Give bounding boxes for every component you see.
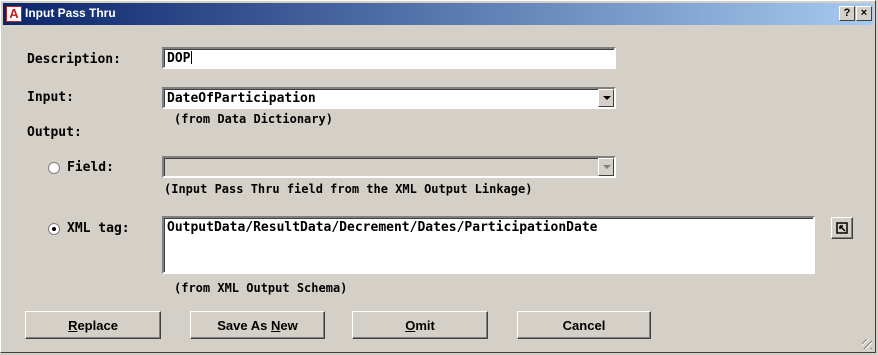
- output-label: Output:: [27, 125, 82, 140]
- input-dropdown[interactable]: DateOfParticipation: [162, 87, 616, 109]
- description-value: DOP: [167, 51, 191, 66]
- field-radio[interactable]: [48, 162, 60, 174]
- close-button[interactable]: ×: [856, 6, 872, 21]
- chevron-down-icon[interactable]: [598, 89, 614, 107]
- xml-tag-textarea[interactable]: OutputData/ResultData/Decrement/Dates/Pa…: [162, 216, 815, 274]
- field-label: Field:: [67, 160, 114, 175]
- browse-schema-button[interactable]: [831, 217, 853, 239]
- replace-button[interactable]: Replace: [25, 311, 161, 339]
- resize-grip[interactable]: [862, 339, 872, 349]
- chevron-down-icon[interactable]: [598, 158, 614, 176]
- window-title: Input Pass Thru: [25, 6, 116, 20]
- app-icon: A: [6, 6, 22, 22]
- xml-tag-value: OutputData/ResultData/Decrement/Dates/Pa…: [167, 220, 598, 235]
- input-hint: (from Data Dictionary): [174, 112, 333, 126]
- save-as-new-button[interactable]: Save As New: [190, 311, 325, 339]
- dialog-window: A Input Pass Thru ? × Description: DOP I…: [0, 0, 876, 353]
- title-bar[interactable]: A Input Pass Thru ? ×: [3, 3, 873, 25]
- description-field[interactable]: DOP: [162, 47, 616, 69]
- omit-button[interactable]: Omit: [352, 311, 488, 339]
- field-dropdown[interactable]: [162, 156, 616, 178]
- help-button[interactable]: ?: [839, 6, 855, 21]
- field-hint: (Input Pass Thru field from the XML Outp…: [164, 182, 533, 196]
- xml-tag-hint: (from XML Output Schema): [174, 281, 348, 295]
- xml-tag-label: XML tag:: [67, 221, 130, 236]
- input-value: DateOfParticipation: [167, 91, 316, 106]
- xml-tag-radio[interactable]: [48, 223, 60, 235]
- description-label: Description:: [27, 52, 121, 67]
- cancel-button[interactable]: Cancel: [517, 311, 651, 339]
- input-label: Input:: [27, 90, 74, 105]
- text-caret: [191, 51, 193, 64]
- expand-arrow-icon: [836, 222, 848, 234]
